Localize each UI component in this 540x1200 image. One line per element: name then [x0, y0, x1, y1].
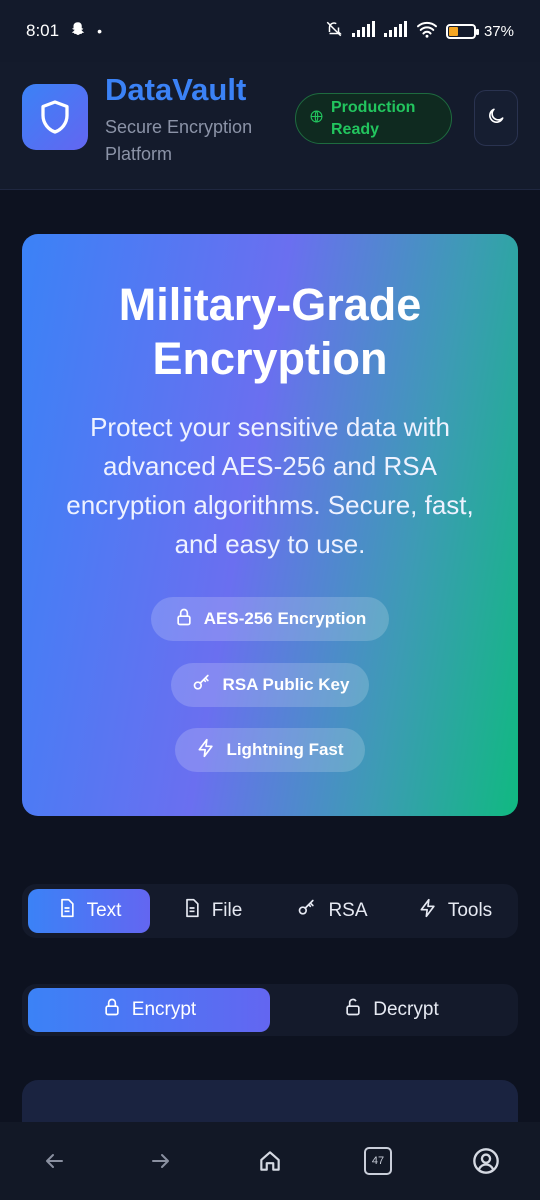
- unlock-icon: [343, 997, 363, 1023]
- hero-title: Military-Grade Encryption: [118, 279, 422, 384]
- feature-pill-fast: Lightning Fast: [175, 728, 365, 772]
- tab-label: File: [211, 900, 243, 921]
- app-header: DataVault Secure Encryption Platform Pro…: [0, 62, 540, 190]
- feature-label: AES-256 Encryption: [203, 609, 367, 628]
- mode-toggle: Encrypt Decrypt: [22, 984, 518, 1036]
- feature-pill-rsa: RSA Public Key: [171, 663, 369, 707]
- tab-label: Text: [86, 900, 122, 921]
- status-badge: Production Ready: [295, 93, 452, 144]
- signal-icon: [351, 21, 376, 41]
- brand-name: DataVault: [105, 72, 247, 107]
- battery-icon: [445, 23, 479, 39]
- key-icon: [191, 673, 213, 698]
- back-arrow-icon[interactable]: [32, 1139, 76, 1183]
- lock-icon: [102, 997, 122, 1023]
- tabs-icon[interactable]: 47: [356, 1139, 400, 1183]
- encrypt-label: Encrypt: [131, 999, 197, 1020]
- lightning-icon: [418, 897, 438, 925]
- decrypt-label: Decrypt: [373, 999, 439, 1020]
- hero-description: Protect your sensitive data with advance…: [66, 412, 474, 559]
- wifi-icon: [416, 20, 438, 42]
- tab-text[interactable]: Text: [28, 889, 150, 933]
- theme-toggle-button[interactable]: [474, 90, 518, 146]
- document-icon: [57, 897, 77, 925]
- home-icon[interactable]: [248, 1139, 292, 1183]
- feature-label: Lightning Fast: [226, 740, 344, 759]
- hero-card: Military-Grade Encryption Protect your s…: [22, 234, 518, 816]
- feature-label: RSA Public Key: [222, 675, 350, 694]
- tab-count: 47: [364, 1147, 392, 1175]
- battery-percent: 37%: [483, 22, 514, 40]
- status-time: 8:01: [26, 21, 60, 40]
- browser-nav-bar: 47: [0, 1122, 540, 1200]
- status-bar: 8:01 • 37%: [0, 0, 540, 62]
- encrypt-button[interactable]: Encrypt: [28, 988, 270, 1032]
- tab-label: RSA: [328, 900, 368, 921]
- snapchat-icon: [69, 20, 87, 43]
- status-badge-label: Production Ready: [331, 98, 416, 138]
- feature-pill-aes: AES-256 Encryption: [151, 597, 389, 641]
- forward-arrow-icon[interactable]: [139, 1139, 183, 1183]
- moon-icon: [486, 106, 506, 131]
- brand-subtitle: Secure Encryption Platform: [105, 117, 253, 164]
- tab-tools[interactable]: Tools: [400, 889, 510, 933]
- key-icon: [296, 898, 318, 924]
- main-tabs: Text File RSA Tools: [22, 884, 518, 938]
- lightning-icon: [196, 738, 216, 763]
- tab-file[interactable]: File: [162, 889, 262, 933]
- account-icon[interactable]: [464, 1139, 508, 1183]
- signal-icon: [383, 21, 408, 41]
- shield-icon: [22, 84, 88, 150]
- globe-icon: [310, 108, 323, 130]
- mute-icon: [324, 20, 344, 42]
- decrypt-button[interactable]: Decrypt: [270, 988, 512, 1032]
- file-icon: [182, 897, 202, 925]
- lock-icon: [174, 607, 194, 632]
- dot-icon: •: [97, 23, 102, 39]
- tab-rsa[interactable]: RSA: [282, 889, 382, 933]
- tab-label: Tools: [447, 900, 493, 921]
